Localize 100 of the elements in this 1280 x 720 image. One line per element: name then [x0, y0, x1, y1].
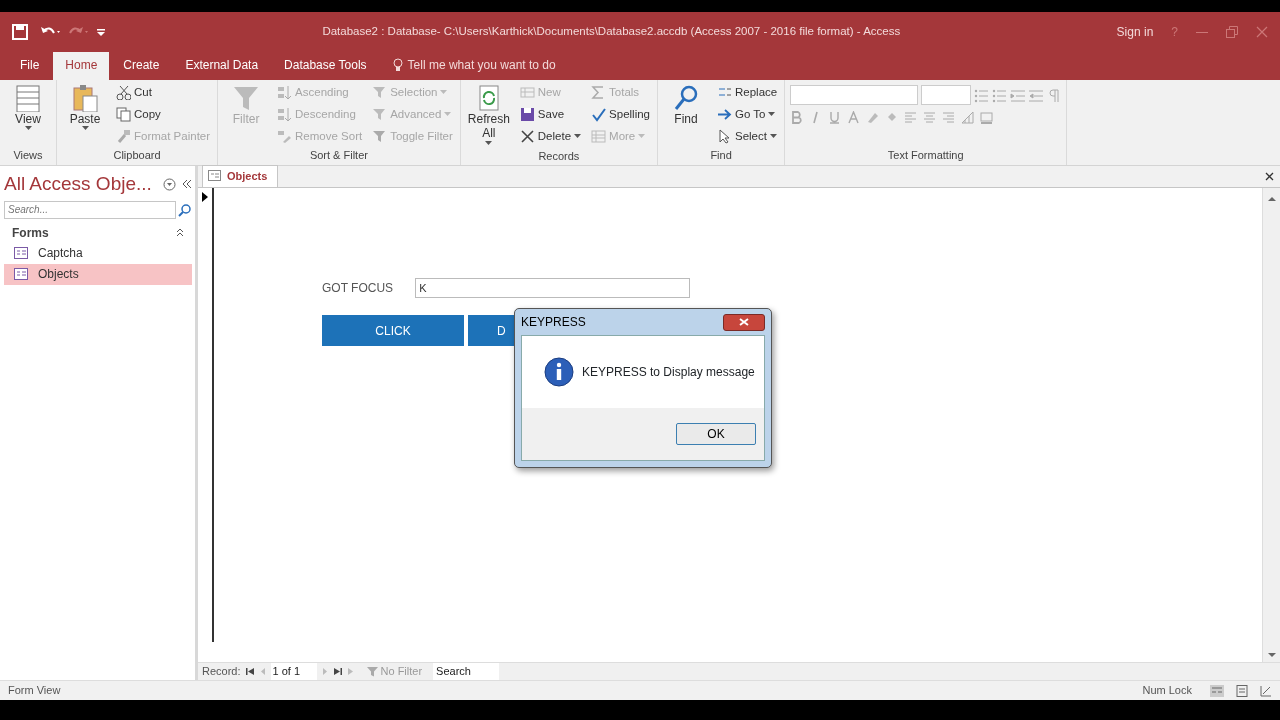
ribbon-button[interactable]: Go To: [715, 104, 780, 125]
ribbon-tab[interactable]: Home: [53, 52, 110, 80]
dialog-message: KEYPRESS to Display message: [582, 364, 755, 381]
ribbon-tab[interactable]: Database Tools: [272, 52, 379, 80]
nav-item[interactable]: Captcha: [4, 242, 192, 264]
record-label: Record:: [202, 664, 241, 680]
close-icon[interactable]: [1265, 172, 1274, 181]
right-arrow-icon: [717, 107, 732, 122]
ribbon-button[interactable]: Spelling: [589, 104, 652, 125]
underline-icon[interactable]: [828, 111, 842, 124]
align-center-icon[interactable]: [923, 111, 937, 124]
restore-icon[interactable]: [1226, 26, 1238, 38]
funnel-icon: [372, 107, 388, 122]
record-position-field[interactable]: 1 of 1: [270, 663, 317, 680]
tell-me-search[interactable]: Tell me what you want to do: [380, 52, 568, 80]
form-icon: [14, 247, 28, 259]
form-view-icon[interactable]: [1210, 684, 1224, 697]
indent-icon[interactable]: [1010, 87, 1026, 103]
bullet-list-icon[interactable]: [974, 87, 990, 103]
document-tab[interactable]: Objects: [202, 164, 279, 187]
num-lock-indicator: Num Lock: [1142, 683, 1192, 699]
magnifier-icon: [672, 84, 700, 112]
align-left-icon[interactable]: [904, 111, 918, 124]
view-status: Form View: [8, 683, 62, 699]
record-search-field[interactable]: Search: [433, 663, 500, 680]
group-label: Clipboard: [112, 148, 162, 163]
gridlines-icon[interactable]: [961, 111, 975, 124]
scissors-icon: [116, 85, 131, 100]
form-icon: [14, 268, 28, 280]
checkmark-icon: [591, 107, 607, 122]
clipboard-icon: [71, 84, 99, 112]
close-button[interactable]: [723, 313, 765, 331]
layout-view-icon[interactable]: [1236, 684, 1248, 697]
funnel-icon: [366, 666, 378, 677]
ribbon-button[interactable]: Refresh All: [465, 82, 512, 148]
ok-button[interactable]: OK: [676, 423, 756, 445]
lightbulb-icon: [392, 58, 403, 72]
previous-record-icon: [259, 667, 266, 676]
ribbon-button[interactable]: View: [5, 82, 51, 134]
customize-icon[interactable]: [96, 27, 106, 37]
form-button[interactable]: CLICK: [322, 315, 464, 346]
first-record-icon[interactable]: [245, 667, 255, 676]
collapse-icon[interactable]: [182, 179, 192, 190]
close-icon: [739, 318, 749, 326]
numbered-list-icon[interactable]: [992, 87, 1008, 103]
paragraph-icon[interactable]: [1046, 87, 1062, 103]
align-right-icon[interactable]: [942, 111, 956, 124]
ribbon-button[interactable]: Select: [715, 126, 780, 147]
dropdown-circle-icon[interactable]: [163, 177, 176, 191]
search-field[interactable]: Search...: [4, 200, 176, 219]
scroll-down-icon[interactable]: [1267, 652, 1276, 658]
grid-icon: [519, 85, 535, 100]
form-icon: [208, 170, 221, 182]
dialog-title: KEYPRESS: [521, 314, 586, 331]
funnel-icon: [232, 84, 261, 112]
field-label: GOT FOCUS: [322, 280, 394, 297]
pointer-icon: [717, 129, 732, 144]
sign-in-link[interactable]: Sign in: [1116, 23, 1154, 41]
font-size-field[interactable]: [921, 85, 972, 105]
ribbon-button[interactable]: Paste: [62, 82, 108, 134]
group-label: Text Formatting: [886, 148, 965, 163]
save-icon[interactable]: [12, 24, 28, 40]
ribbon-tab[interactable]: External Data: [173, 52, 271, 80]
ribbon-button[interactable]: Delete: [517, 126, 584, 147]
bold-icon[interactable]: [790, 111, 804, 124]
new-record-icon: [346, 667, 356, 676]
design-view-icon[interactable]: [1260, 684, 1272, 697]
row-color-icon[interactable]: [980, 111, 994, 124]
last-record-icon[interactable]: [332, 667, 342, 676]
grid-icon: [14, 84, 42, 112]
ribbon-button[interactable]: Copy: [114, 104, 213, 125]
nav-section-header[interactable]: Forms: [4, 222, 192, 243]
group-label: Records: [537, 148, 581, 164]
group-label: Views: [12, 148, 44, 163]
ribbon-button[interactable]: Save: [517, 104, 584, 125]
info-icon: [544, 357, 574, 387]
record-pointer-icon: [202, 192, 208, 202]
ribbon-tab[interactable]: Create: [111, 52, 172, 80]
outdent-icon[interactable]: [1028, 87, 1044, 103]
font-name-field[interactable]: [790, 85, 919, 105]
sort-ascending-icon: [277, 85, 293, 100]
ribbon-button[interactable]: Find: [663, 82, 709, 129]
scroll-up-icon[interactable]: [1267, 196, 1276, 202]
group-label: Sort & Filter: [308, 148, 369, 163]
sort-descending-icon: [277, 107, 293, 122]
ribbon-button[interactable]: Cut: [114, 82, 213, 103]
nav-pane-title: All Access Obje...: [4, 172, 152, 196]
ribbon-button[interactable]: Replace: [715, 82, 780, 103]
funnel-icon: [372, 85, 388, 100]
cross-icon: [519, 129, 535, 144]
next-record-icon: [321, 667, 328, 676]
funnel-icon: [372, 129, 388, 144]
ribbon-tab[interactable]: File: [8, 52, 52, 80]
window-title: Database2 : Database- C:\Users\Karthick\Documents\Database2.accdb (Access 2007 - 2016 file format) - Access: [321, 24, 902, 40]
nav-item[interactable]: Objects: [4, 263, 192, 285]
brush-icon: [116, 129, 131, 144]
search-icon[interactable]: [178, 202, 192, 217]
copy-icon: [116, 107, 131, 122]
text-field[interactable]: K: [415, 278, 691, 298]
font-color-icon[interactable]: [847, 111, 861, 124]
